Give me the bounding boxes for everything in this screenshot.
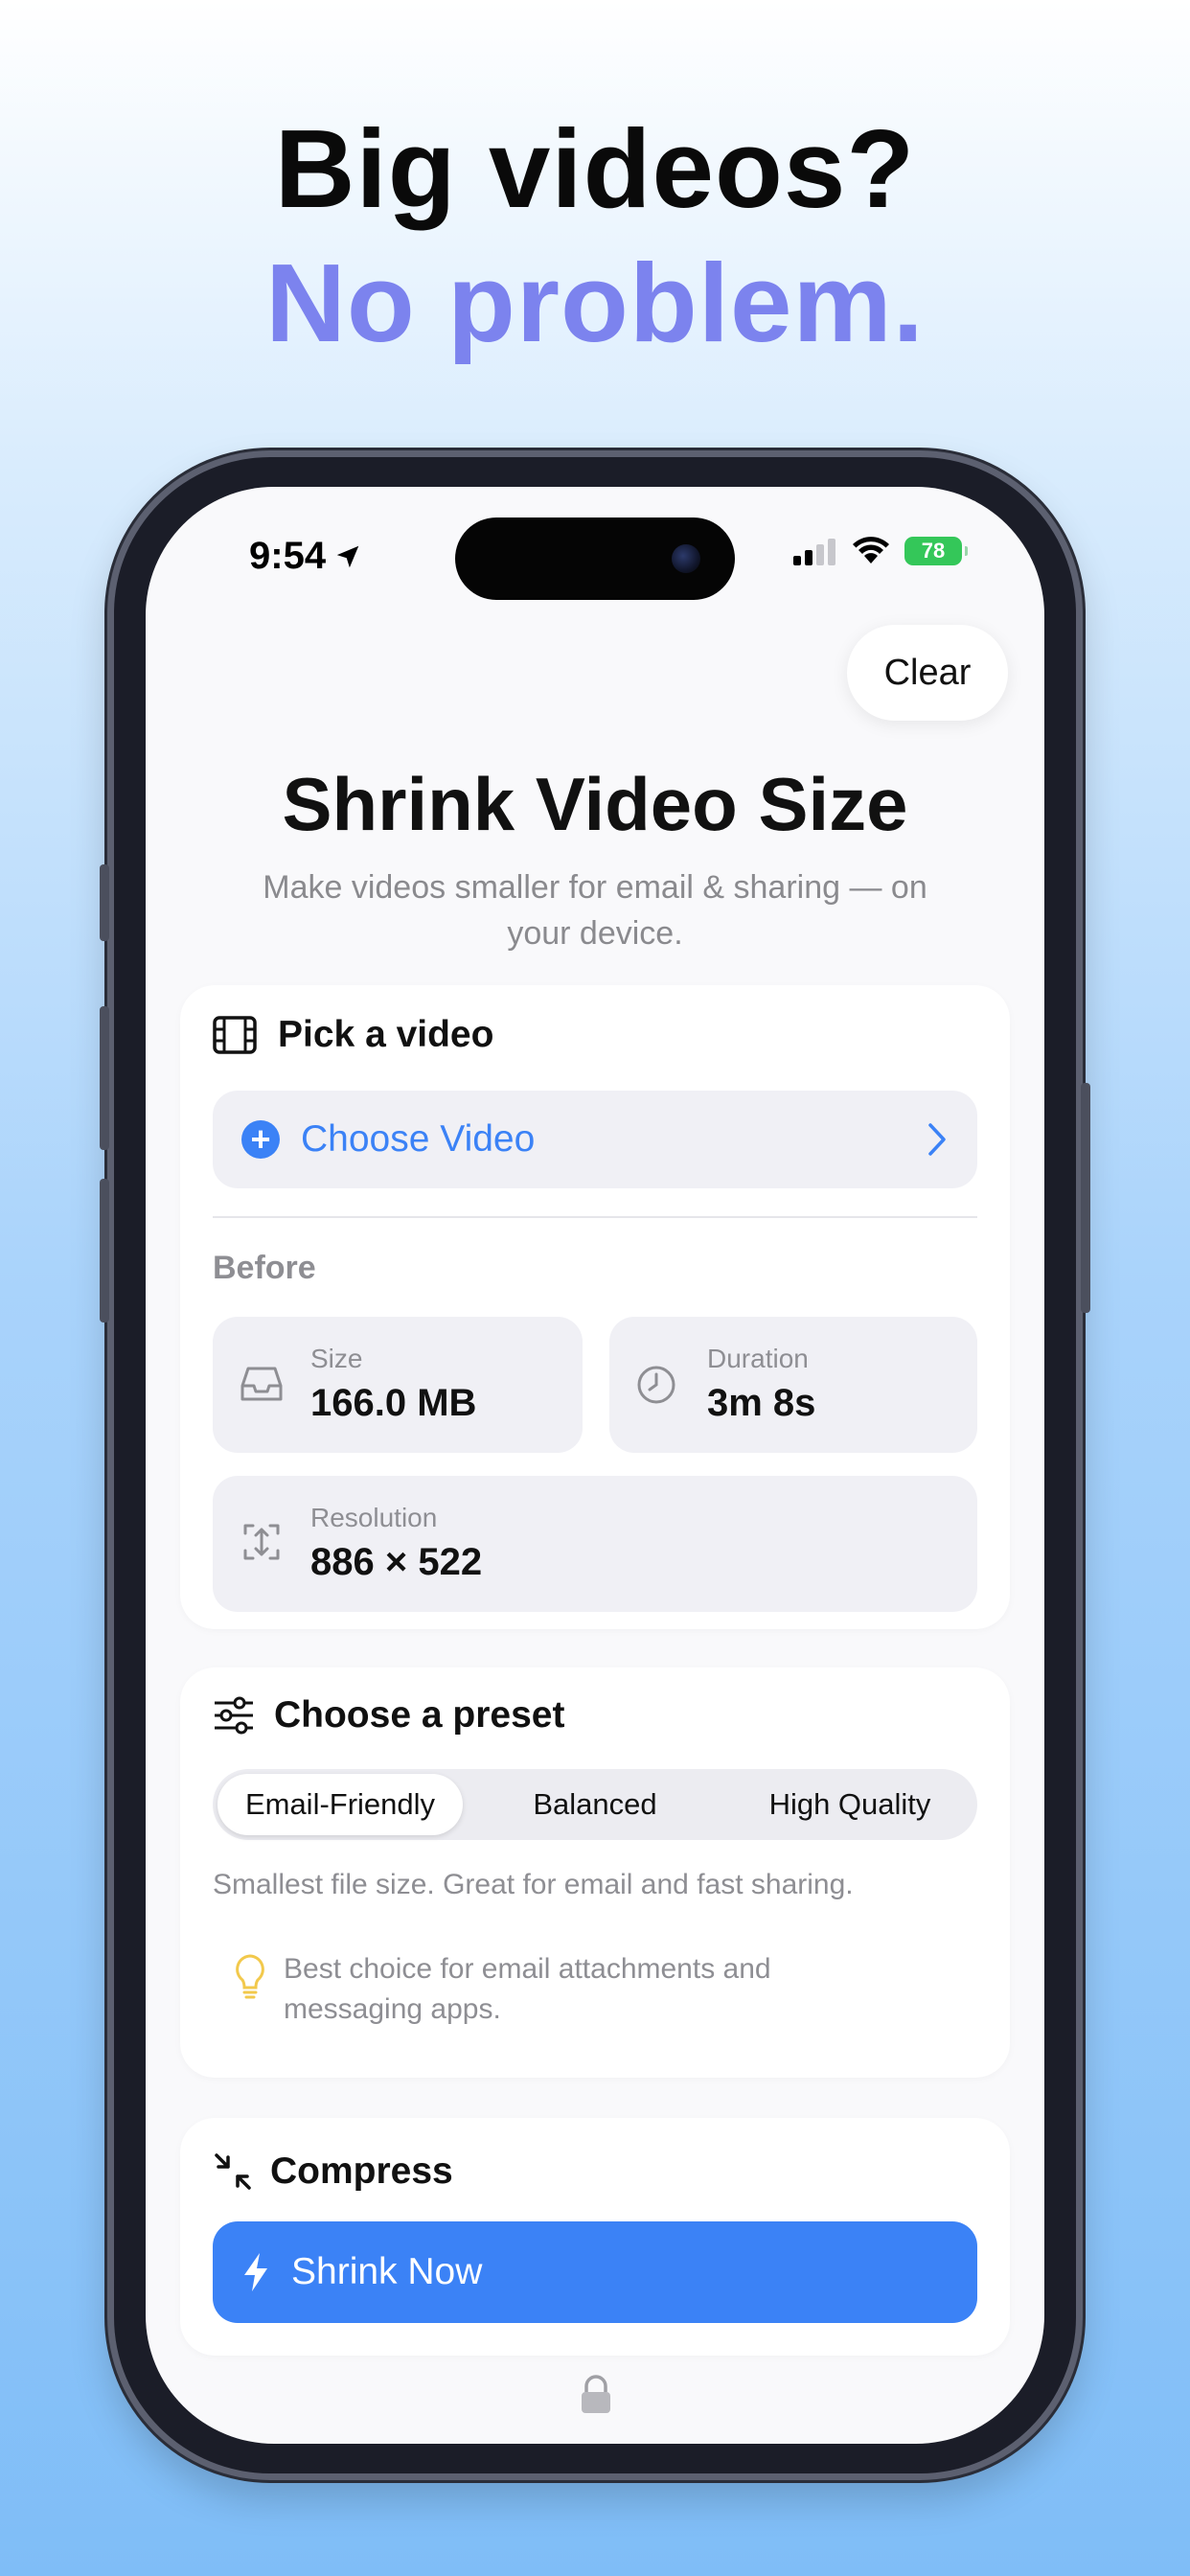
choose-video-button[interactable]: + Choose Video — [213, 1091, 977, 1188]
lightbulb-icon — [236, 1954, 264, 1999]
action-button — [100, 864, 109, 941]
compress-card: Compress Shrink Now — [180, 2118, 1010, 2356]
volume-down-button — [100, 1179, 109, 1322]
location-arrow-icon — [336, 545, 359, 567]
tray-icon — [240, 1367, 283, 1401]
stat-duration-value: 3m 8s — [707, 1382, 816, 1424]
page-subtitle: Make videos smaller for email & sharing … — [263, 869, 927, 952]
battery-level: 78 — [921, 539, 946, 563]
compress-arrows-icon — [215, 2153, 251, 2190]
pick-video-title: Pick a video — [278, 1014, 494, 1055]
preset-tip-text: Best choice for email attachments and me… — [284, 1953, 771, 2025]
app-screen: 9:54 78 Clear Shrink Video Size Make vid… — [146, 487, 1044, 2444]
preset-header: Choose a preset — [213, 1694, 564, 1736]
power-button — [1081, 1083, 1090, 1313]
status-icons: 78 — [793, 537, 968, 565]
sliders-icon — [215, 1696, 253, 1735]
preset-option-high-quality[interactable]: High Quality — [727, 1774, 973, 1835]
status-time: 9:54 — [249, 535, 362, 578]
stat-duration: Duration 3m 8s — [609, 1317, 977, 1453]
stat-size-value: 166.0 MB — [310, 1382, 477, 1424]
dynamic-island — [455, 518, 735, 600]
stat-resolution: Resolution 886 × 522 — [213, 1476, 977, 1612]
lock-icon — [582, 2375, 610, 2413]
divider — [213, 1216, 977, 1218]
status-time-text: 9:54 — [249, 535, 327, 577]
stat-size-label: Size — [310, 1344, 363, 1373]
stat-resolution-label: Resolution — [310, 1503, 438, 1532]
preset-option-balanced[interactable]: Balanced — [472, 1774, 718, 1835]
film-icon — [213, 1016, 257, 1054]
shrink-now-label: Shrink Now — [291, 2251, 483, 2292]
stat-size: Size 166.0 MB — [213, 1317, 583, 1453]
plus-circle-icon: + — [241, 1120, 280, 1159]
chevron-right-icon — [928, 1123, 946, 1156]
phone-frame: 9:54 78 Clear Shrink Video Size Make vid… — [100, 450, 1090, 2480]
preset-tip: Best choice for email attachments and me… — [213, 1949, 977, 2030]
preset-segmented-control: Email-Friendly Balanced High Quality — [213, 1769, 977, 1840]
camera-icon — [672, 544, 700, 573]
compress-header: Compress — [213, 2150, 453, 2193]
preset-description: Smallest file size. Great for email and … — [213, 1869, 854, 1900]
choose-video-label: Choose Video — [301, 1118, 536, 1160]
page-title: Shrink Video Size — [282, 762, 908, 846]
before-label: Before — [213, 1250, 316, 1286]
battery-icon: 78 — [904, 537, 968, 565]
stat-duration-label: Duration — [707, 1344, 809, 1373]
promo-headline-line2: No problem. — [265, 241, 925, 365]
resize-arrows-icon — [243, 1524, 280, 1560]
shrink-now-button[interactable]: Shrink Now — [213, 2221, 977, 2323]
pick-video-card: Pick a video + Choose Video Before Size … — [180, 985, 1010, 1629]
preset-title: Choose a preset — [274, 1694, 565, 1736]
clock-icon — [637, 1366, 675, 1404]
cellular-signal-icon — [793, 539, 835, 565]
preset-option-email-friendly[interactable]: Email-Friendly — [217, 1774, 463, 1835]
volume-up-button — [100, 1006, 109, 1150]
stat-resolution-value: 886 × 522 — [310, 1541, 483, 1583]
wifi-icon — [853, 537, 889, 564]
bolt-icon — [244, 2253, 267, 2291]
promo-headline-line1: Big videos? — [274, 106, 916, 231]
clear-button[interactable]: Clear — [847, 625, 1008, 721]
pick-video-header: Pick a video — [213, 1014, 493, 1056]
preset-card: Choose a preset Email-Friendly Balanced … — [180, 1668, 1010, 2078]
compress-title: Compress — [270, 2150, 453, 2192]
